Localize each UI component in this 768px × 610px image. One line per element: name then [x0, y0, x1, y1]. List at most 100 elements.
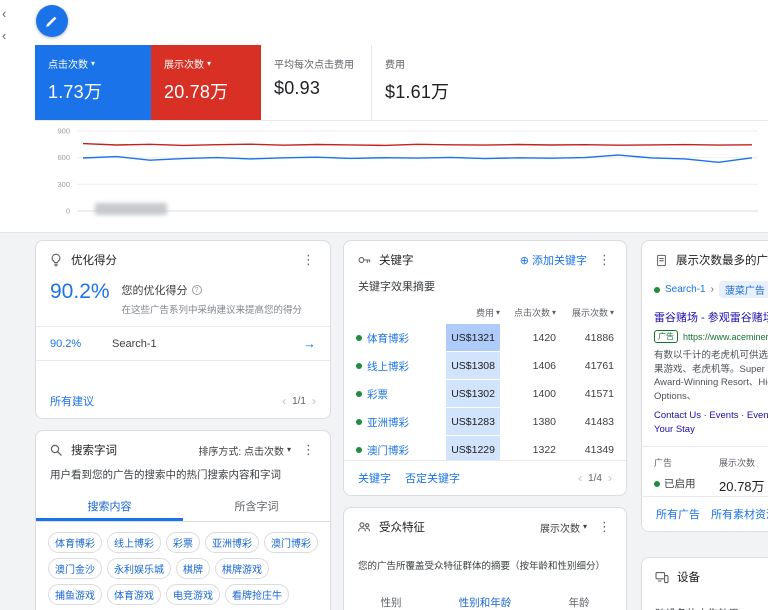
- demographics-metric-dropdown[interactable]: 展示次数 ▾: [540, 520, 587, 535]
- search-term-chip[interactable]: 线上博彩: [107, 532, 161, 553]
- card-title-search-terms: 搜索字词: [71, 445, 117, 457]
- devices-icon: [655, 572, 669, 584]
- keywords-table: 费用 ▾ 点击次数 ▾ 展示次数 ▾ 体育博彩 US$1321 1420 41886 线上博彩…: [356, 303, 614, 464]
- add-keywords-link[interactable]: ⊕ 添加关键字: [520, 252, 587, 268]
- keywords-table-header: 费用 ▾ 点击次数 ▾ 展示次数 ▾: [356, 303, 614, 324]
- panel-collapse-bottom-icon[interactable]: ‹: [2, 29, 6, 42]
- campaign-link[interactable]: Search-1: [665, 284, 706, 295]
- search-term-chip[interactable]: 棋牌游戏: [215, 558, 269, 579]
- ad-preview: Search-1 › 菠菜广告 雷谷赌场 - 参观雷谷赌场 广告 https:/…: [642, 277, 768, 436]
- all-assets-link[interactable]: 所有素材资源: [711, 506, 768, 522]
- edit-fab-button[interactable]: [36, 5, 68, 37]
- keywords-footer-link[interactable]: 关键字: [358, 470, 391, 486]
- search-term-chip[interactable]: 电竞游戏: [166, 584, 220, 605]
- keyword-impressions-cell: 41483: [584, 416, 614, 428]
- keyword-impressions-cell: 41761: [584, 360, 614, 372]
- metrics-bar: 点击次数 ▾ 1.73万 展示次数 ▾ 20.78万 平均每次点击费用 $0.93 …: [35, 45, 768, 121]
- svg-text:600: 600: [57, 153, 70, 162]
- page-prev-icon[interactable]: ‹: [282, 394, 286, 408]
- search-icon: [50, 444, 62, 456]
- search-terms-tab[interactable]: 搜索内容: [36, 491, 183, 521]
- column-clicks[interactable]: 点击次数 ▾: [500, 306, 556, 319]
- page-indicator: 1/4: [588, 472, 602, 484]
- breadcrumb-separator-icon: ›: [710, 284, 714, 295]
- search-terms-card: 搜索字词 排序方式: 点击次数 ▾ ⋮ 用户看到您的广告的搜索中的热门搜索内容和字…: [35, 430, 331, 610]
- column-cost[interactable]: 费用 ▾: [446, 306, 500, 319]
- search-term-chip[interactable]: 永利娱乐城: [107, 558, 171, 579]
- caret-down-icon: ▾: [91, 58, 96, 68]
- demographics-tab[interactable]: 性别和年龄: [438, 588, 532, 610]
- page-next-icon[interactable]: ›: [312, 394, 316, 408]
- search-term-chip[interactable]: 体育博彩: [48, 532, 102, 553]
- ad-stats: 广告 已启用 展示次数 20.78万: [642, 446, 768, 495]
- help-icon[interactable]: ?: [191, 285, 202, 295]
- ad-document-icon: [657, 254, 666, 266]
- arrow-right-icon[interactable]: →: [303, 336, 316, 351]
- page-prev-icon[interactable]: ‹: [578, 471, 582, 485]
- search-terms-tab[interactable]: 所含字词: [183, 491, 330, 521]
- metric-clicks[interactable]: 点击次数 ▾ 1.73万: [35, 45, 151, 120]
- column-impressions[interactable]: 展示次数 ▾: [556, 306, 614, 319]
- metric-avg-cpc[interactable]: 平均每次点击费用 $0.93: [261, 45, 371, 120]
- keyword-impressions-cell: 41886: [584, 332, 614, 344]
- search-term-chip[interactable]: 澳门金沙: [48, 558, 102, 579]
- kebab-menu-icon[interactable]: ⋮: [300, 442, 317, 458]
- ad-impressions-value: 20.78万: [719, 479, 765, 494]
- search-term-chip[interactable]: 彩票: [166, 532, 200, 553]
- page-indicator: 1/1: [292, 395, 306, 407]
- ad-group-chip[interactable]: 菠菜广告: [718, 281, 768, 298]
- ad-sitelinks[interactable]: Contact Us · Events · Events and Ca Your…: [654, 409, 768, 436]
- demographics-tab[interactable]: 性别: [344, 588, 438, 610]
- negative-keywords-link[interactable]: 否定关键字: [405, 470, 460, 486]
- performance-chart-svg: 0 300 600 900: [57, 127, 758, 216]
- svg-text:300: 300: [57, 180, 70, 189]
- all-recommendations-link[interactable]: 所有建议: [50, 393, 94, 409]
- metric-avg-cpc-value: $0.93: [274, 78, 321, 98]
- keyword-link[interactable]: 线上博彩: [356, 352, 446, 380]
- metric-impressions-value: 20.78万: [164, 82, 229, 102]
- ad-headline[interactable]: 雷谷赌场 - 参观雷谷赌场: [654, 309, 768, 325]
- metric-cost[interactable]: 费用 $1.61万: [371, 45, 481, 120]
- keyword-status-dot-icon: [356, 391, 362, 397]
- keyword-link[interactable]: 彩票: [356, 380, 446, 408]
- keyword-status-dot-icon: [356, 419, 362, 425]
- caret-down-icon: ▾: [582, 522, 587, 531]
- kebab-menu-icon[interactable]: ⋮: [300, 252, 317, 268]
- demographics-description: 您的广告所覆盖受众特征群体的摘要（按年龄和性别细分）: [358, 561, 606, 572]
- keyword-row: 体育博彩 US$1321 1420 41886: [356, 324, 614, 352]
- all-ads-link[interactable]: 所有广告: [656, 506, 700, 522]
- keyword-link[interactable]: 亚洲博彩: [356, 408, 446, 436]
- campaign-score-row[interactable]: 90.2% Search-1 →: [36, 326, 330, 361]
- search-term-chip[interactable]: 棋牌: [176, 558, 210, 579]
- keyword-cost-cell: US$1321: [446, 324, 500, 352]
- page-next-icon[interactable]: ›: [608, 471, 612, 485]
- key-icon: [358, 257, 371, 263]
- panel-collapse-top-icon[interactable]: ‹: [2, 7, 6, 20]
- search-term-chip[interactable]: 看牌抢庄牛: [225, 584, 289, 605]
- search-term-chip[interactable]: 体育游戏: [107, 584, 161, 605]
- metric-cost-value: $1.61万: [385, 82, 450, 102]
- kebab-menu-icon[interactable]: ⋮: [596, 519, 613, 535]
- search-term-chip[interactable]: 澳门博彩: [264, 532, 318, 553]
- card-title-demographics: 受众特征: [379, 522, 425, 534]
- sort-dropdown[interactable]: 排序方式: 点击次数 ▾: [198, 443, 291, 458]
- card-title-keywords: 关键字: [379, 255, 414, 267]
- keyword-clicks-cell: 1406: [532, 360, 556, 372]
- lightbulb-icon: [51, 253, 61, 267]
- redacted-axis-label: [95, 203, 167, 215]
- keyword-link[interactable]: 体育博彩: [356, 324, 446, 352]
- ad-breadcrumb: Search-1 › 菠菜广告: [654, 281, 768, 298]
- metric-avg-cpc-label: 平均每次点击费用: [274, 60, 354, 71]
- keywords-summary-title: 关键字效果摘要: [358, 281, 435, 293]
- ad-badge: 广告: [654, 330, 678, 343]
- search-term-chip[interactable]: 捕鱼游戏: [48, 584, 102, 605]
- demographics-tab[interactable]: 年龄: [532, 588, 626, 610]
- kebab-menu-icon[interactable]: ⋮: [596, 252, 613, 268]
- people-icon: [358, 522, 371, 532]
- top-ads-card: 展示次数最多的广告 Search-1 › 菠菜广告 雷谷赌场 - 参观雷谷赌场 …: [641, 240, 768, 532]
- search-term-chip[interactable]: 亚洲博彩: [205, 532, 259, 553]
- enabled-status-dot-icon: [654, 480, 660, 487]
- metric-impressions[interactable]: 展示次数 ▾ 20.78万: [151, 45, 261, 120]
- ad-url-line: 广告 https://www.aceminers.io: [654, 330, 768, 343]
- optimization-score-description: 在这些广告系列中采纳建议来提高您的得分: [121, 305, 303, 316]
